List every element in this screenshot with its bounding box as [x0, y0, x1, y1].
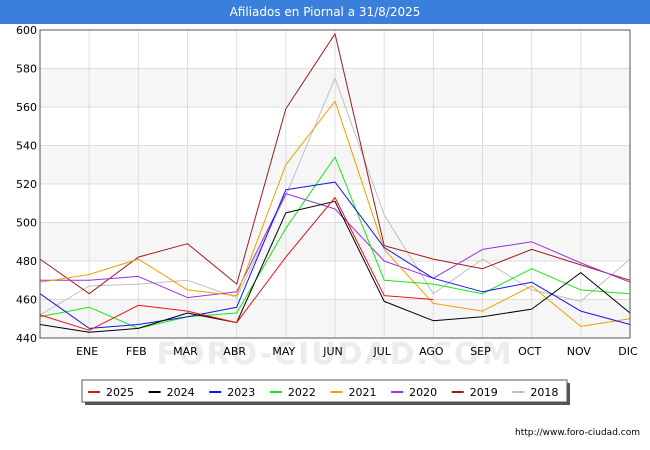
chart-title: Afiliados en Piornal a 31/8/2025 [0, 0, 650, 24]
x-tick-label: DIC [618, 345, 638, 358]
footer-url[interactable]: http://www.foro-ciudad.com [515, 428, 640, 438]
x-tick-label: MAR [173, 345, 198, 358]
legend-label-2025: 2025 [106, 386, 134, 399]
y-tick-label: 540 [16, 140, 37, 153]
x-tick-label: SEP [470, 345, 491, 358]
legend: 2025 2024 2023 2022 2021 2020 2019 2018 [81, 379, 570, 405]
legend-label-2018: 2018 [530, 386, 558, 399]
legend-label-2022: 2022 [288, 386, 316, 399]
chart: FORO-CIUDAD.COM 440460480500520540560580… [16, 24, 638, 405]
legend-label-2021: 2021 [349, 386, 377, 399]
y-tick-label: 460 [16, 294, 37, 307]
x-tick-label: OCT [518, 345, 541, 358]
x-tick-label: ENE [76, 345, 98, 358]
x-tick-label: ABR [223, 345, 246, 358]
y-tick-label: 480 [16, 255, 37, 268]
legend-label-2020: 2020 [409, 386, 437, 399]
y-tick-label: 600 [16, 24, 37, 37]
legend-label-2023: 2023 [227, 386, 255, 399]
legend-label-2019: 2019 [470, 386, 498, 399]
y-tick-label: 580 [16, 63, 37, 76]
x-tick-label: JUN [322, 345, 343, 358]
y-tick-label: 440 [16, 332, 37, 345]
x-tick-label: AGO [419, 345, 444, 358]
x-tick-label: FEB [126, 345, 147, 358]
x-tick-label: NOV [567, 345, 592, 358]
x-tick-label: MAY [272, 345, 295, 358]
y-tick-label: 500 [16, 217, 37, 230]
y-tick-label: 560 [16, 101, 37, 114]
legend-label-2024: 2024 [167, 386, 195, 399]
x-tick-label: JUL [372, 345, 391, 358]
y-tick-label: 520 [16, 178, 37, 191]
